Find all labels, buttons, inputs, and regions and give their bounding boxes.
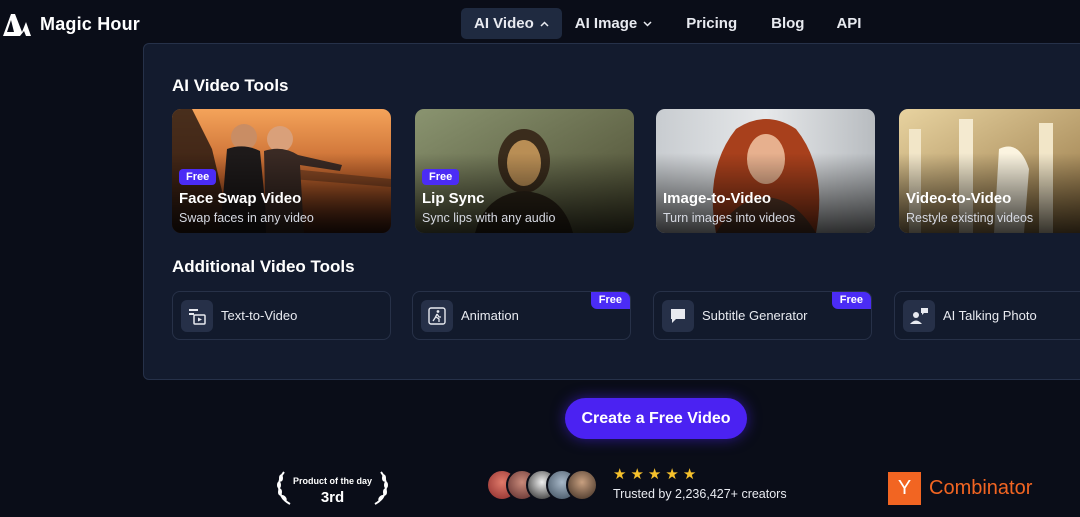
top-nav: AI Video AI Image Pricing Blog API (461, 8, 874, 39)
card-description: Turn images into videos (663, 211, 796, 225)
star-icon: ★ (630, 466, 644, 483)
free-badge: Free (179, 169, 217, 185)
free-badge: Free (422, 169, 460, 185)
magic-hour-logo-icon (3, 14, 31, 36)
creator-avatars (486, 469, 598, 501)
brand-name: Magic Hour (40, 13, 141, 34)
chevron-up-icon (540, 20, 549, 27)
star-icon: ★ (665, 466, 679, 483)
create-free-video-button[interactable]: Create a Free Video (565, 398, 747, 439)
section-additional-video-tools: Additional Video Tools (172, 257, 355, 276)
nav-blog[interactable]: Blog (758, 8, 817, 39)
product-of-the-day-award[interactable]: Product of the day 3rd (275, 470, 390, 508)
card-title: Lip Sync (422, 190, 485, 207)
section-ai-video-tools: AI Video Tools (172, 76, 289, 95)
card-description: Swap faces in any video (179, 211, 314, 225)
tool-subtitle-generator[interactable]: Subtitle Generator Free (653, 291, 872, 340)
nav-blog-label: Blog (771, 15, 805, 32)
ai-video-dropdown: AI Video Tools Free Face Swap Video Swap… (143, 43, 1080, 380)
tool-label: Text-to-Video (221, 308, 298, 323)
nav-api[interactable]: API (823, 8, 874, 39)
nav-api-label: API (836, 15, 862, 32)
talking-person-icon (903, 299, 935, 332)
card-description: Sync lips with any audio (422, 211, 556, 225)
tool-ai-talking-photo[interactable]: AI Talking Photo (894, 291, 1080, 340)
nav-ai-image-label: AI Image (574, 15, 638, 32)
tool-label: Subtitle Generator (702, 308, 808, 323)
card-title: Video-to-Video (906, 190, 1012, 207)
star-icon: ★ (682, 466, 697, 483)
brand-logo[interactable]: Magic Hour (2, 10, 140, 38)
avatar (566, 469, 598, 501)
trusted-by-text: Trusted by 2,236,427+ creators (613, 487, 787, 501)
card-description: Restyle existing videos (906, 211, 1034, 225)
tool-text-to-video[interactable]: Text-to-Video (172, 291, 391, 340)
rating-stars: ★ ★ ★ ★ ★ (613, 467, 696, 483)
running-figure-icon (421, 299, 453, 332)
card-title: Image-to-Video (663, 190, 772, 207)
tool-label: AI Talking Photo (943, 308, 1037, 323)
nav-pricing-label: Pricing (686, 15, 738, 32)
yc-mark-icon: Y (888, 472, 921, 505)
card-lip-sync[interactable]: Free Lip Sync Sync lips with any audio (415, 109, 634, 233)
laurel-right-icon (374, 471, 388, 505)
card-video-to-video[interactable]: Video-to-Video Restyle existing videos (899, 109, 1080, 233)
free-badge: Free (831, 292, 871, 309)
nav-ai-video[interactable]: AI Video (461, 8, 562, 39)
y-combinator-logo[interactable]: Y Combinator (888, 472, 1032, 505)
chat-bubble-icon (662, 299, 694, 332)
card-face-swap-video[interactable]: Free Face Swap Video Swap faces in any v… (172, 109, 391, 233)
nav-ai-video-label: AI Video (474, 15, 534, 32)
star-icon: ★ (647, 466, 662, 483)
free-badge: Free (590, 292, 630, 309)
nav-ai-image[interactable]: AI Image (562, 8, 666, 39)
tool-label: Animation (461, 308, 519, 323)
chevron-down-icon (643, 20, 652, 27)
card-title: Face Swap Video (179, 190, 302, 207)
star-icon: ★ (613, 466, 627, 483)
play-text-icon (181, 299, 213, 332)
card-image-to-video[interactable]: Image-to-Video Turn images into videos (656, 109, 875, 233)
tool-animation[interactable]: Animation Free (412, 291, 631, 340)
yc-text: Combinator (929, 477, 1033, 499)
nav-pricing[interactable]: Pricing (673, 8, 750, 39)
